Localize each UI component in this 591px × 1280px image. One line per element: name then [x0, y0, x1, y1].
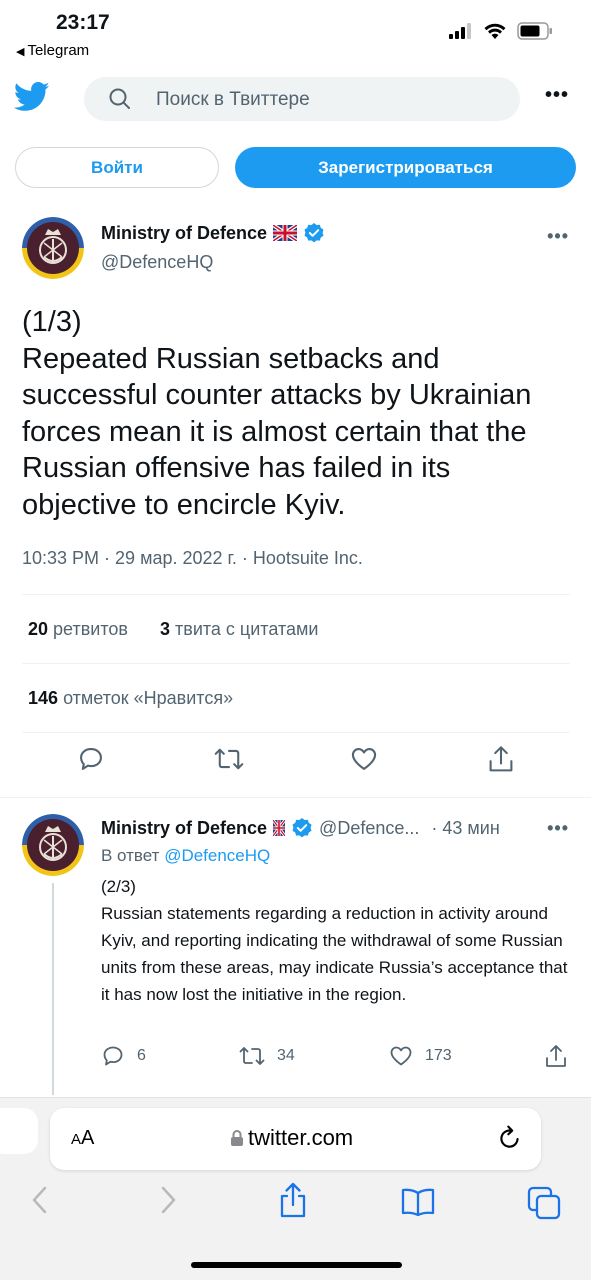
- search-placeholder: Поиск в Твиттере: [156, 89, 310, 110]
- reply-retweet-button[interactable]: 34: [239, 1044, 295, 1068]
- status-bar: 23:17 ◀ Telegram: [0, 0, 591, 66]
- reader-settings-button[interactable]: AA: [71, 1127, 94, 1150]
- status-time: 23:17: [56, 11, 110, 34]
- verified-badge-icon: [304, 223, 324, 243]
- in-reply-prefix: В ответ: [101, 846, 160, 865]
- search-icon: [109, 88, 130, 109]
- like-icon[interactable]: [350, 745, 378, 773]
- forward-arrow-icon[interactable]: [158, 1185, 178, 1215]
- main-tweet-text: (1/3) Repeated Russian setbacks and succ…: [22, 306, 532, 521]
- home-indicator: [191, 1262, 402, 1268]
- lock-icon: [231, 1130, 243, 1146]
- avatar[interactable]: [22, 814, 84, 876]
- back-to-app-link[interactable]: ◀ Telegram: [16, 42, 89, 59]
- uk-flag-icon: [273, 225, 298, 241]
- retweet-icon[interactable]: [214, 745, 244, 773]
- tweet-more-icon[interactable]: •••: [547, 226, 569, 247]
- author-handle[interactable]: @DefenceHQ: [101, 252, 213, 273]
- url-text: twitter.com: [248, 1125, 354, 1150]
- reply-tweet[interactable]: [0, 797, 591, 798]
- reload-icon[interactable]: [497, 1124, 523, 1152]
- tabs-icon[interactable]: [527, 1186, 561, 1220]
- uk-flag-icon: [273, 820, 286, 836]
- reply-count: 6: [137, 1047, 146, 1064]
- like-icon: [390, 1046, 412, 1066]
- bookmarks-icon[interactable]: [400, 1187, 436, 1217]
- tweet-meta[interactable]: 10:33 PM · 29 мар. 2022 г. · Hootsuite I…: [22, 548, 363, 569]
- reply-icon: [103, 1046, 123, 1066]
- avatar[interactable]: [22, 217, 84, 279]
- likes-label: отметок «Нравится»: [63, 688, 234, 708]
- back-app-label: Telegram: [27, 42, 90, 59]
- reply-time: · 43 мин: [431, 817, 500, 838]
- twitter-header: Поиск в Твиттере •••: [0, 66, 591, 132]
- divider: [22, 732, 570, 733]
- reply-like-button[interactable]: 173: [389, 1044, 452, 1068]
- in-reply-to: В ответ @DefenceHQ: [101, 846, 270, 866]
- reply-author[interactable]: Ministry of Defence @Defence... · 43 мин: [101, 817, 500, 839]
- likes-count: 146: [28, 688, 59, 708]
- quotes-label: твита с цитатами: [175, 619, 319, 639]
- more-menu-icon[interactable]: •••: [545, 84, 569, 107]
- share-icon[interactable]: [544, 1044, 568, 1070]
- url-display[interactable]: twitter.com: [230, 1125, 353, 1151]
- previous-tab-preview[interactable]: [0, 1108, 38, 1154]
- back-triangle-icon: ◀: [16, 46, 25, 58]
- verified-badge-icon: [292, 818, 312, 838]
- main-tweet-actions: [0, 745, 591, 785]
- reply-author-name: Ministry of Defence: [101, 817, 268, 838]
- reply-icon[interactable]: [77, 745, 105, 773]
- likes-stats[interactable]: 146 отметок «Нравится»: [28, 688, 233, 709]
- aa-small: A: [71, 1131, 82, 1148]
- safari-toolbar: AA twitter.com: [0, 1097, 591, 1280]
- reply-tweet-text: (2/3) Russian statements regarding a red…: [101, 877, 568, 1004]
- in-reply-handle-link[interactable]: @DefenceHQ: [164, 846, 270, 865]
- search-bar[interactable]: Поиск в Твиттере: [84, 77, 520, 121]
- like-count: 173: [425, 1047, 452, 1064]
- mod-crest-icon: [22, 217, 84, 279]
- cellular-signal-icon: [449, 23, 471, 39]
- address-bar[interactable]: AA twitter.com: [50, 1108, 541, 1170]
- wifi-icon: [484, 23, 506, 39]
- reply-more-icon[interactable]: •••: [547, 818, 569, 839]
- retweet-icon: [239, 1047, 265, 1065]
- signup-button[interactable]: Зарегистрироваться: [235, 147, 576, 188]
- divider: [22, 663, 570, 664]
- back-arrow-icon[interactable]: [30, 1185, 50, 1215]
- twitter-bird-icon[interactable]: [14, 82, 50, 112]
- retweets-count: 20: [28, 619, 49, 639]
- battery-icon: [517, 22, 552, 40]
- main-tweet-author[interactable]: Ministry of Defence: [101, 222, 325, 244]
- quotes-count: 3: [159, 619, 170, 639]
- share-icon[interactable]: [277, 1181, 309, 1219]
- reply-author-handle: @Defence...: [319, 817, 420, 838]
- retweet-count: 34: [277, 1047, 295, 1064]
- mod-crest-icon: [22, 814, 84, 876]
- status-icons: [449, 22, 553, 40]
- divider: [22, 594, 570, 595]
- retweet-stats[interactable]: 20 ретвитов 3 твита с цитатами: [28, 619, 318, 640]
- author-name: Ministry of Defence: [101, 222, 268, 243]
- share-icon[interactable]: [487, 745, 515, 775]
- login-button[interactable]: Войти: [15, 147, 219, 188]
- reply-tweet-actions: 6 34 173: [0, 1044, 591, 1074]
- reply-reply-button[interactable]: 6: [101, 1044, 146, 1068]
- retweets-label: ретвитов: [53, 619, 128, 639]
- aa-big: A: [81, 1127, 95, 1149]
